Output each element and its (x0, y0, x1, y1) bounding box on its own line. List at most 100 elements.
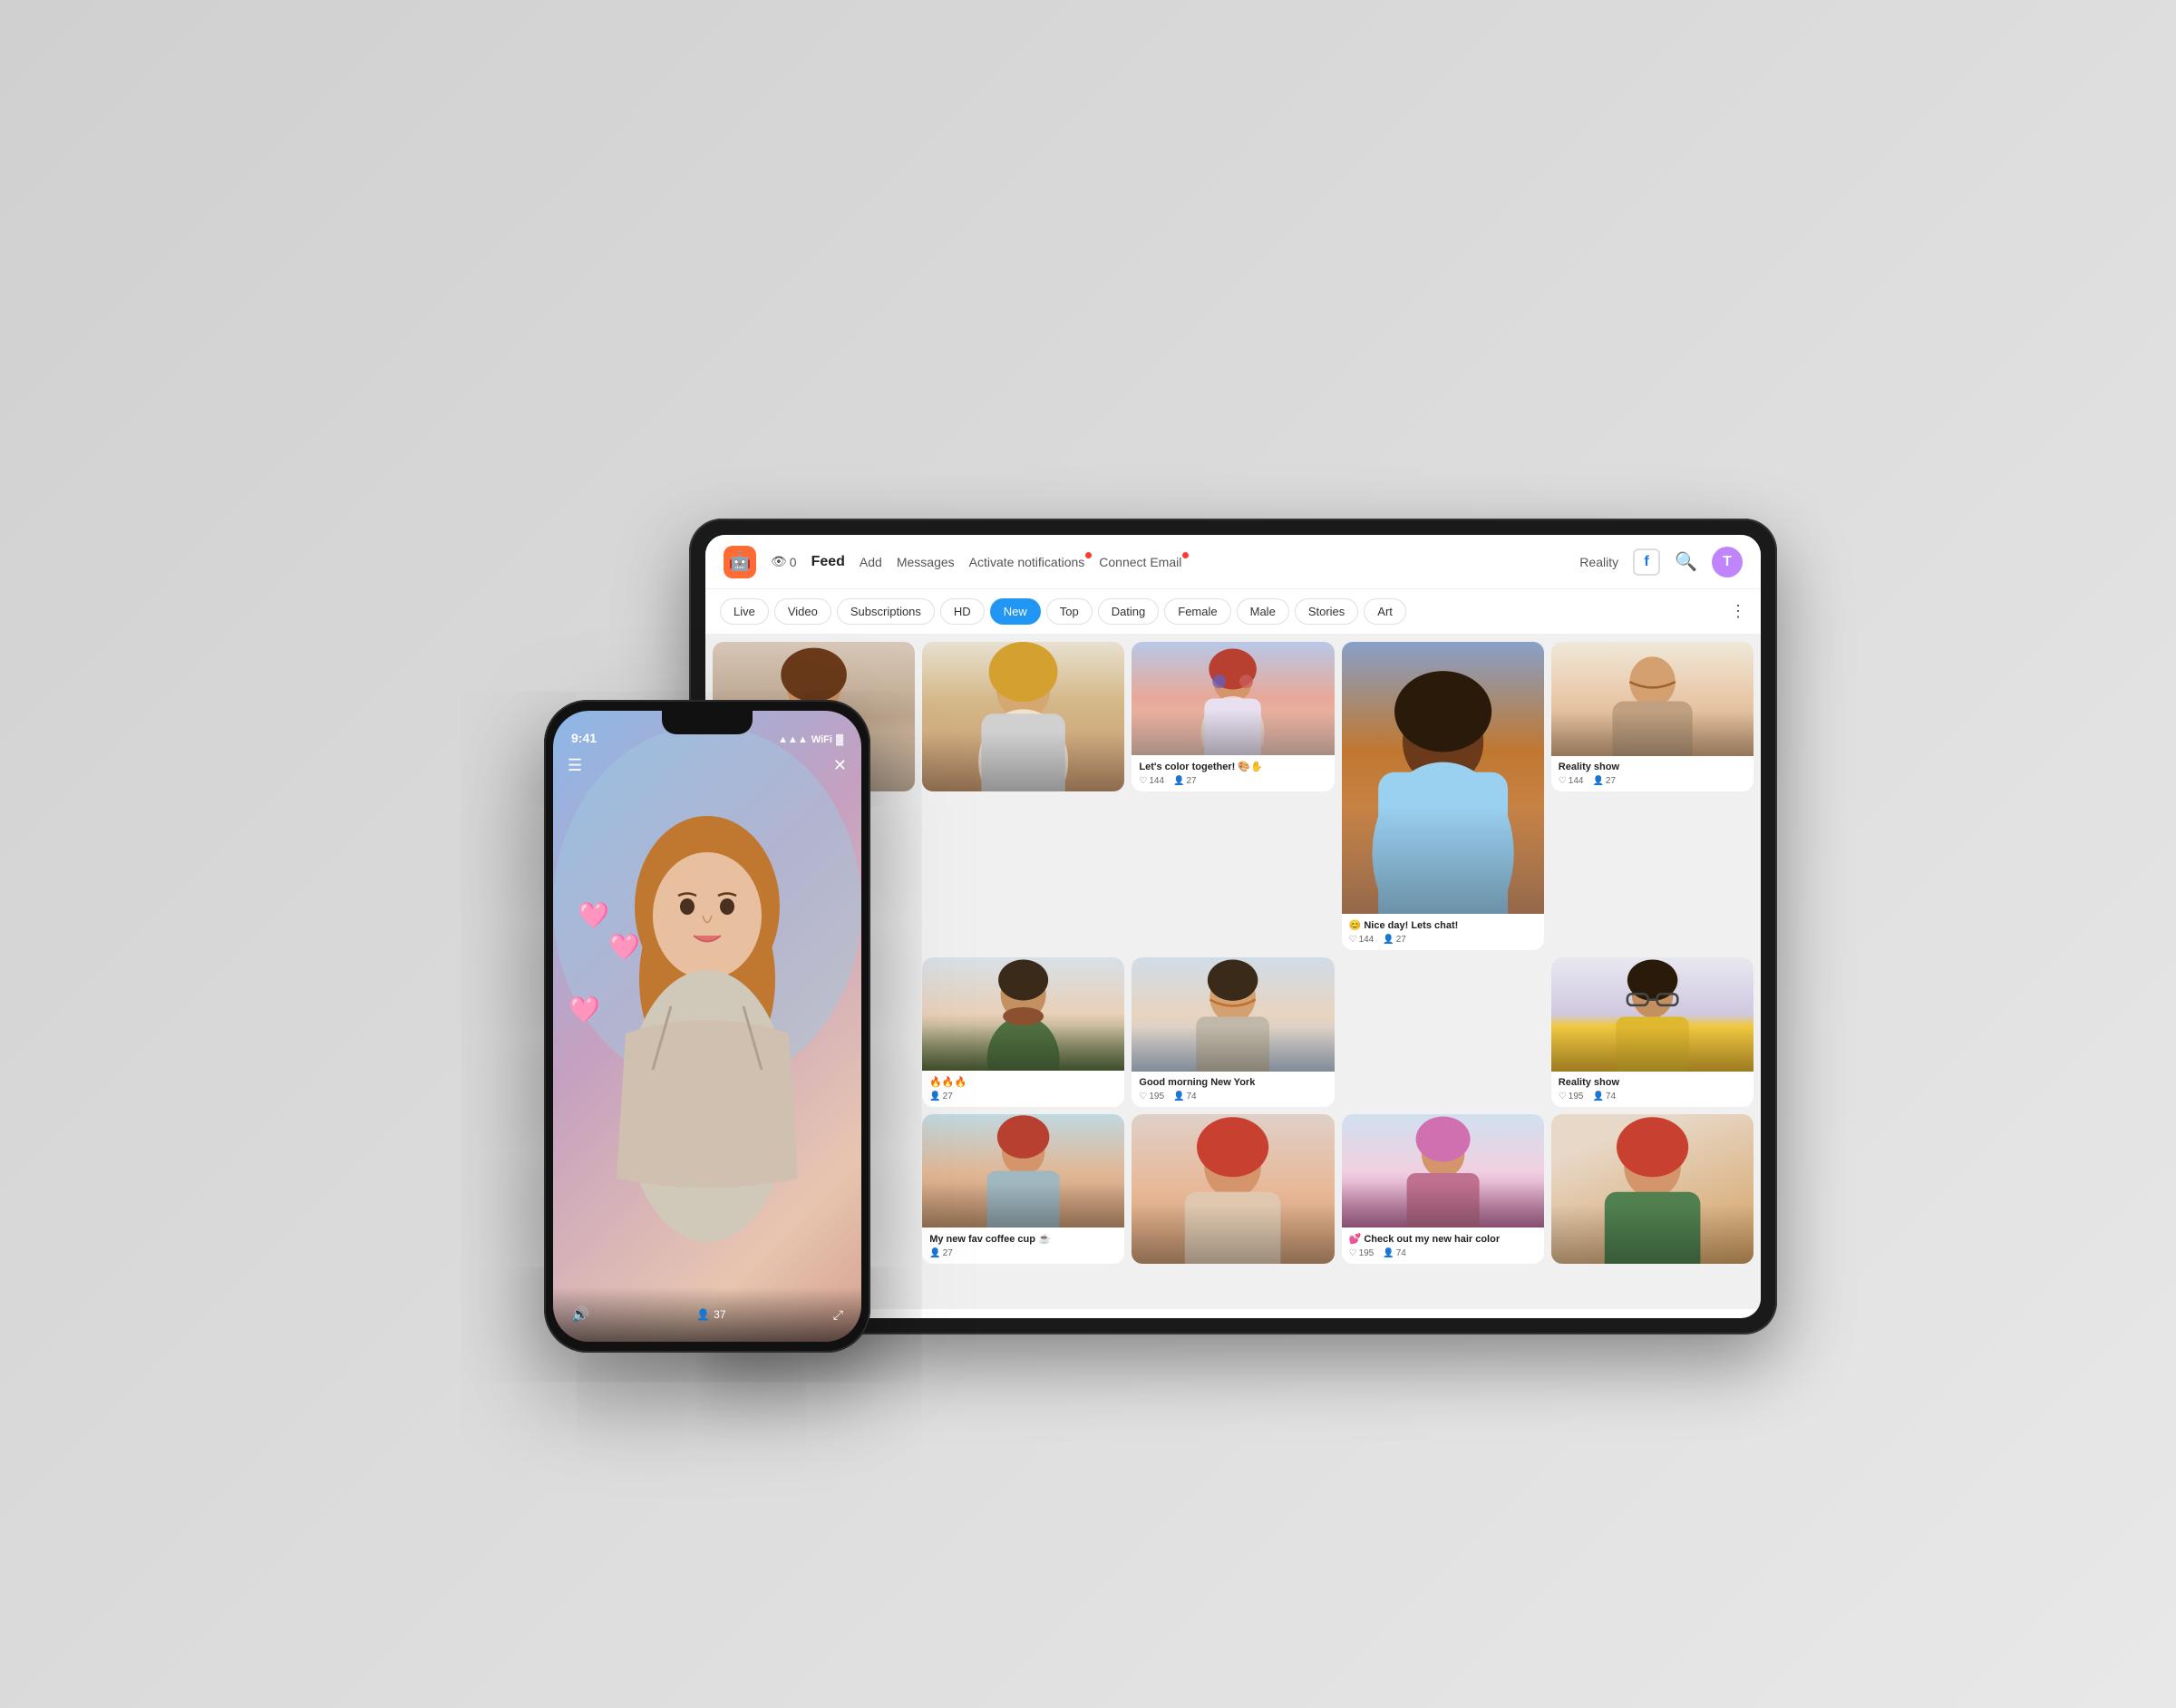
card-thumbnail-7 (1132, 957, 1334, 1072)
tab-stories[interactable]: Stories (1295, 598, 1358, 625)
heart-icon: ♡ (1139, 1092, 1147, 1101)
card-stats-5: ♡ 144 👤 27 (1559, 776, 1746, 786)
card-title-5: Reality show (1559, 762, 1746, 772)
card-info-5: Reality show ♡ 144 👤 27 (1551, 756, 1753, 791)
view-count: 👁 0 (771, 554, 797, 569)
stream-card-9[interactable]: My new fav coffee cup ☕ 👤 27 (922, 1114, 1124, 1264)
tab-hd[interactable]: HD (940, 598, 985, 625)
tab-live[interactable]: Live (720, 598, 769, 625)
phone-bottom-bar: 🔊 👤 37 ⤢ (553, 1287, 861, 1342)
heart-icon: ♡ (1349, 1248, 1357, 1258)
stream-card-4[interactable]: 😊 Nice day! Lets chat! ♡ 144 👤 (1342, 642, 1544, 950)
nav-feed[interactable]: Feed (811, 554, 845, 570)
tab-video[interactable]: Video (774, 598, 831, 625)
viewer-icon: 👤 (1383, 935, 1394, 945)
card-thumbnail-11 (1342, 1114, 1544, 1228)
stream-card-12[interactable] (1551, 1114, 1753, 1264)
tab-new[interactable]: New (990, 598, 1041, 625)
heart-decoration-3: 🩷 (608, 932, 640, 962)
more-options-button[interactable]: ⋮ (1730, 602, 1746, 621)
card-viewers-5: 👤 27 (1592, 776, 1616, 786)
card-stats-6: 👤 27 (929, 1092, 1117, 1101)
card-thumbnail-6 (922, 957, 1124, 1071)
card-title-3: Let's color together! 🎨✋ (1139, 761, 1326, 772)
card-thumbnail-3 (1132, 642, 1334, 755)
phone-close-button[interactable]: ✕ (833, 756, 847, 775)
stream-card-7[interactable]: Good morning New York ♡ 195 👤 74 (1132, 957, 1334, 1107)
card-likes-4: ♡ 144 (1349, 935, 1375, 945)
card-title-4: 😊 Nice day! Lets chat! (1349, 919, 1537, 931)
nav-activate-notifications[interactable]: Activate notifications (969, 555, 1085, 569)
card-thumbnail-5 (1551, 642, 1753, 756)
stream-card-10[interactable] (1132, 1114, 1334, 1264)
phone-notch (662, 711, 753, 734)
card-thumbnail-10 (1132, 1114, 1334, 1264)
viewer-icon: 👤 (1592, 776, 1603, 786)
card-info-7: Good morning New York ♡ 195 👤 74 (1132, 1072, 1334, 1107)
card-thumbnail-8 (1551, 957, 1753, 1072)
tab-female[interactable]: Female (1164, 598, 1230, 625)
card-info-8: Reality show ♡ 195 👤 74 (1551, 1072, 1753, 1107)
card-stats-4: ♡ 144 👤 27 (1349, 935, 1537, 945)
card-thumbnail-2 (922, 642, 1124, 791)
card-title-7: Good morning New York (1139, 1077, 1326, 1088)
phone-screen: 🩷 🩷 🩷 (553, 711, 861, 1342)
card-title-6: 🔥🔥🔥 (929, 1076, 1117, 1088)
phone-top-controls: ☰ ✕ (553, 756, 861, 775)
tab-male[interactable]: Male (1237, 598, 1289, 625)
card-likes-7: ♡ 195 (1139, 1092, 1164, 1101)
phone-status-icons: ▲▲▲ WiFi ▓ (778, 734, 843, 745)
stream-card-11[interactable]: 💕 Check out my new hair color ♡ 195 👤 (1342, 1114, 1544, 1264)
wifi-icon: WiFi (811, 734, 832, 745)
phone-fullscreen-button[interactable]: ⤢ (833, 1307, 843, 1323)
heart-icon: ♡ (1559, 776, 1567, 786)
card-stats-3: ♡ 144 👤 27 (1139, 776, 1326, 786)
heart-icon: ♡ (1139, 776, 1147, 786)
signal-icon: ▲▲▲ (778, 734, 808, 745)
card-thumbnail-4 (1342, 642, 1544, 914)
card-viewers-3: 👤 27 (1173, 776, 1197, 786)
stream-card-8[interactable]: Reality show ♡ 195 👤 74 (1551, 957, 1753, 1107)
nav-reality[interactable]: Reality (1579, 555, 1618, 569)
card-stats-11: ♡ 195 👤 74 (1349, 1248, 1537, 1258)
phone-menu-button[interactable]: ☰ (568, 756, 582, 775)
facebook-button[interactable]: f (1633, 548, 1660, 576)
card-likes-5: ♡ 144 (1559, 776, 1584, 786)
nav-messages[interactable]: Messages (897, 555, 955, 569)
card-thumbnail-9 (922, 1114, 1124, 1228)
user-avatar[interactable]: T (1712, 547, 1743, 577)
heart-decoration-2: 🩷 (568, 995, 600, 1024)
heart-icon: ♡ (1349, 935, 1357, 945)
viewer-icon: 👤 (1173, 1092, 1184, 1101)
card-info-3: Let's color together! 🎨✋ ♡ 144 👤 27 (1132, 755, 1334, 791)
viewer-icon: 👤 (1173, 776, 1184, 786)
card-info-9: My new fav coffee cup ☕ 👤 27 (922, 1228, 1124, 1264)
tab-dating[interactable]: Dating (1098, 598, 1160, 625)
stream-card-6[interactable]: 🔥🔥🔥 👤 27 (922, 957, 1124, 1107)
phone-volume-button[interactable]: 🔊 (571, 1305, 589, 1324)
card-stats-9: 👤 27 (929, 1248, 1117, 1258)
stream-card-3[interactable]: Let's color together! 🎨✋ ♡ 144 👤 27 (1132, 642, 1334, 791)
card-placeholder-col4 (1342, 957, 1544, 1107)
stream-card-2[interactable] (922, 642, 1124, 791)
filter-tabs: Live Video Subscriptions HD New Top Dati… (705, 589, 1761, 635)
tablet-device: 🤖 👁 0 Feed Add Messages Activate notific… (544, 446, 1632, 1262)
nav-add[interactable]: Add (860, 555, 882, 569)
nav-connect-email[interactable]: Connect Email (1099, 555, 1181, 569)
card-stats-7: ♡ 195 👤 74 (1139, 1092, 1326, 1101)
card-viewers-11: 👤 74 (1383, 1248, 1406, 1258)
tablet-header: 🤖 👁 0 Feed Add Messages Activate notific… (705, 535, 1761, 589)
search-button[interactable]: 🔍 (1675, 550, 1697, 573)
phone-device: 🩷 🩷 🩷 (544, 700, 870, 1353)
card-thumbnail-12 (1551, 1114, 1753, 1264)
app-icon[interactable]: 🤖 (724, 546, 756, 578)
stream-card-5[interactable]: Reality show ♡ 144 👤 27 (1551, 642, 1753, 791)
tab-art[interactable]: Art (1364, 598, 1406, 625)
tab-subscriptions[interactable]: Subscriptions (837, 598, 935, 625)
tab-top[interactable]: Top (1046, 598, 1093, 625)
phone-stream-bg: 🩷 🩷 🩷 (553, 711, 861, 1342)
heart-decoration-1: 🩷 (578, 900, 609, 930)
card-info-4: 😊 Nice day! Lets chat! ♡ 144 👤 (1342, 914, 1544, 950)
card-viewers-9: 👤 27 (929, 1248, 953, 1258)
viewer-icon: 👤 (1383, 1248, 1394, 1258)
